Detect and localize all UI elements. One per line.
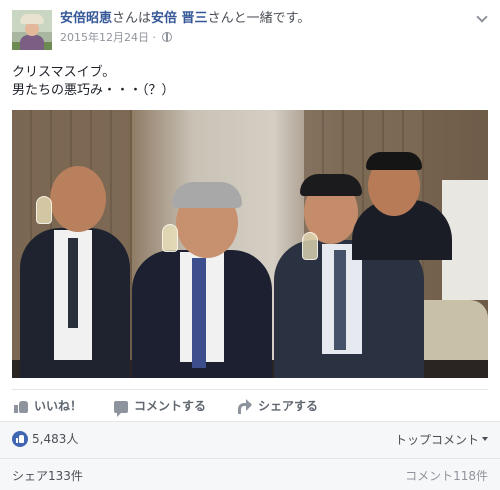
post-text-line-1: クリスマスイブ。 xyxy=(12,65,116,80)
author-avatar[interactable] xyxy=(12,10,52,50)
likes-count: 5,483人 xyxy=(32,432,79,446)
chevron-down-icon[interactable] xyxy=(476,12,488,24)
share-label: シェアする xyxy=(258,399,319,413)
post-text-line-2: 男たちの悪巧み・・・（？） xyxy=(12,83,175,98)
action-bar: いいね！ コメントする シェアする xyxy=(12,389,488,421)
post-header: 安倍昭恵さんは安倍 晋三さんと一緒です。 2015年12月24日 · xyxy=(12,10,492,54)
share-icon xyxy=(238,399,252,414)
with-text-suffix: さんと一緒です。 xyxy=(207,11,311,26)
top-comments-dropdown[interactable]: トップコメント xyxy=(395,431,488,449)
post-date-link[interactable]: 2015年12月24日 xyxy=(60,31,149,44)
thumbs-up-icon xyxy=(14,399,28,413)
comment-button[interactable]: コメントする xyxy=(114,396,207,417)
post-photo[interactable] xyxy=(12,110,488,378)
comment-icon xyxy=(114,401,128,417)
post-text: クリスマスイブ。 男たちの悪巧み・・・（？） xyxy=(12,64,488,100)
like-button[interactable]: いいね！ xyxy=(14,396,82,416)
meta-separator: · xyxy=(152,31,157,44)
like-label: いいね！ xyxy=(34,399,83,413)
author-name-link[interactable]: 安倍昭恵 xyxy=(60,11,112,26)
divider xyxy=(0,458,500,459)
like-badge-icon xyxy=(12,431,28,447)
share-button[interactable]: シェアする xyxy=(238,396,318,416)
with-text: さんは xyxy=(112,11,152,26)
post-meta: 2015年12月24日 · xyxy=(60,30,172,46)
top-comments-label: トップコメント xyxy=(394,433,479,447)
facebook-post: 安倍昭恵さんは安倍 晋三さんと一緒です。 2015年12月24日 · クリスマス… xyxy=(0,0,500,490)
caret-down-icon xyxy=(482,437,488,441)
comment-label: コメントする xyxy=(134,399,207,413)
comments-count[interactable]: コメント118件 xyxy=(405,468,488,484)
reactions-count[interactable]: 5,483人 xyxy=(12,430,78,448)
shares-count[interactable]: シェア133件 xyxy=(12,468,83,484)
globe-icon xyxy=(161,32,172,42)
post-stats: 5,483人 トップコメント シェア133件 コメント118件 xyxy=(0,421,500,490)
author-line: 安倍昭恵さんは安倍 晋三さんと一緒です。 xyxy=(60,10,310,28)
tagged-person-link[interactable]: 安倍 晋三 xyxy=(151,11,208,26)
